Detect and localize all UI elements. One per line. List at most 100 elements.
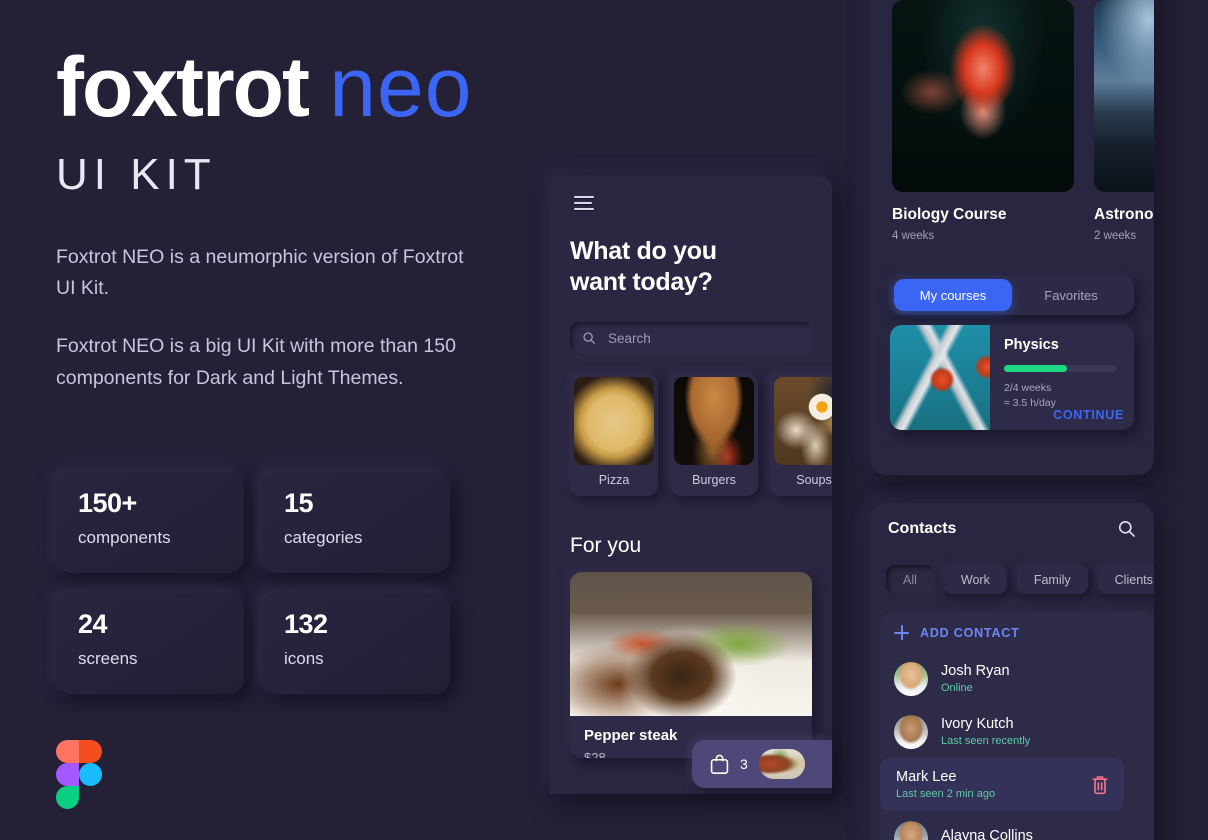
featured-dish-card[interactable]: Pepper steak $28 (570, 572, 812, 758)
contact-info: Alayna Collins (941, 828, 1033, 840)
night-sky-photo[interactable] (1094, 0, 1154, 192)
category-card-burgers[interactable]: Burgers (670, 373, 758, 496)
in-progress-course-card[interactable]: Physics 2/4 weeks ≈ 3.5 h/day CONTINUE (890, 325, 1134, 430)
course-meta-row: Biology Course 4 weeks Astronomy 2 weeks (892, 206, 1154, 242)
burger-photo (674, 377, 754, 465)
tab-my-courses[interactable]: My courses (894, 279, 1012, 311)
category-card-pizza[interactable]: Pizza (570, 373, 658, 496)
shopping-bag-icon (710, 754, 729, 774)
filter-chip-clients[interactable]: Clients (1097, 565, 1154, 594)
search-icon (583, 332, 595, 344)
course-duration: 4 weeks (892, 230, 935, 242)
filter-chip-work[interactable]: Work (943, 565, 1007, 594)
brand-name-bold: foxtrot (56, 40, 310, 134)
stat-label: components (78, 528, 171, 547)
avatar (894, 661, 928, 696)
stat-number: 132 (284, 609, 328, 639)
trash-icon[interactable] (1090, 774, 1110, 796)
contact-filters: All Work Family Clients (886, 565, 1154, 594)
figma-logo-piece-midleft (56, 763, 79, 786)
course-tabs: My courses Favorites (890, 275, 1134, 315)
category-card-soups[interactable]: Soups (770, 373, 832, 496)
search-placeholder: Search (608, 330, 651, 346)
category-label: Pizza (598, 473, 630, 487)
stat-card-categories: 15 categories (262, 472, 450, 573)
figma-logo (56, 740, 102, 810)
contact-status: Last seen 2 min ago (896, 788, 996, 800)
brand-wordmark: foxtrot neo (56, 45, 696, 129)
contact-status: Last seen recently (941, 735, 1031, 747)
cart-button[interactable]: 3 (692, 740, 832, 788)
search-input[interactable]: Search (570, 322, 812, 354)
course-duration: 2 weeks (1094, 230, 1137, 242)
steak-photo (570, 572, 812, 716)
stat-number: 150+ (78, 488, 137, 518)
description-paragraph-1: Foxtrot NEO is a neumorphic version of F… (56, 245, 464, 300)
figma-logo-piece-bottom (56, 786, 79, 809)
hamburger-menu-icon[interactable] (574, 196, 594, 210)
brand-name-light: neo (329, 40, 473, 134)
stat-label: icons (284, 649, 324, 668)
filter-chip-family[interactable]: Family (1016, 565, 1088, 594)
avatar (894, 820, 928, 840)
stat-label: screens (78, 649, 138, 668)
category-list: Pizza Burgers Soups (570, 373, 832, 496)
contact-name: Alayna Collins (941, 828, 1033, 840)
contacts-title: Contacts (888, 520, 957, 537)
courses-app-mockup: Biology Course 4 weeks Astronomy 2 weeks… (870, 0, 1154, 475)
tab-favorites[interactable]: Favorites (1012, 279, 1130, 311)
stat-card-screens: 24 screens (56, 593, 244, 694)
in-progress-body: Physics 2/4 weeks ≈ 3.5 h/day CONTINUE (990, 325, 1134, 430)
cart-food-photo (758, 749, 805, 779)
cart-count: 3 (740, 756, 748, 772)
contact-name: Josh Ryan (941, 663, 1010, 679)
course-title: Physics (1004, 337, 1059, 353)
search-icon[interactable] (1117, 519, 1136, 538)
course-title: Biology Course (892, 206, 1007, 223)
contact-info: Ivory Kutch Last seen recently (941, 716, 1030, 747)
filter-chip-all[interactable]: All (886, 565, 934, 594)
add-contact-label: ADD CONTACT (920, 625, 1020, 640)
jellyfish-photo[interactable] (892, 0, 1074, 192)
course-title: Astronomy (1094, 206, 1154, 223)
contact-row[interactable]: Ivory Kutch Last seen recently (880, 705, 1154, 758)
food-app-heading-line2: want today? (570, 268, 713, 297)
continue-button[interactable]: CONTINUE (1053, 408, 1124, 422)
category-label: Soups (796, 473, 832, 487)
figma-logo-piece-midright (79, 763, 102, 786)
course-item-biology: Biology Course 4 weeks (892, 206, 1074, 242)
stat-label: categories (284, 528, 363, 547)
progress-fill (1004, 365, 1067, 372)
food-app-heading-line1: What do you (570, 237, 717, 265)
contact-row-swiped[interactable]: Mark Lee Last seen 2 min ago (880, 758, 1124, 811)
contact-info: Josh Ryan Online (941, 663, 1010, 694)
physics-sculpture-photo (890, 325, 990, 430)
progress-track (1004, 365, 1116, 372)
pizza-photo (574, 377, 654, 465)
description-paragraph-2: Foxtrot NEO is a big UI Kit with more th… (56, 334, 456, 389)
stat-card-icons: 132 icons (262, 593, 450, 694)
dish-price: $28 (584, 750, 606, 758)
course-thumbnails (892, 0, 1154, 192)
hamburger-bar (574, 208, 594, 210)
soup-photo (774, 377, 832, 465)
food-app-mockup: What do you want today? Search Pizza Bur… (550, 176, 832, 794)
contacts-app-mockup: Contacts All Work Family Clients ADD CON… (870, 503, 1154, 840)
hamburger-bar (574, 202, 592, 204)
contact-row[interactable]: Josh Ryan Online (880, 652, 1154, 705)
stat-number: 15 (284, 488, 314, 518)
contact-info: Mark Lee Last seen 2 min ago (896, 769, 995, 800)
avatar (894, 714, 928, 749)
section-title-for-you: For you (570, 534, 642, 557)
contact-status: Online (941, 682, 973, 694)
stat-card-components: 150+ components (56, 472, 244, 573)
category-label: Burgers (692, 473, 736, 487)
add-contact-button[interactable]: ADD CONTACT (880, 611, 1154, 652)
hamburger-bar (574, 196, 594, 198)
stat-number: 24 (78, 609, 108, 639)
contact-name: Ivory Kutch (941, 716, 1014, 732)
course-item-astronomy: Astronomy 2 weeks (1094, 206, 1154, 242)
progress-weeks: 2/4 weeks (1004, 382, 1052, 394)
food-app-heading: What do you want today? (570, 236, 717, 299)
contact-row[interactable]: Alayna Collins (880, 811, 1154, 840)
